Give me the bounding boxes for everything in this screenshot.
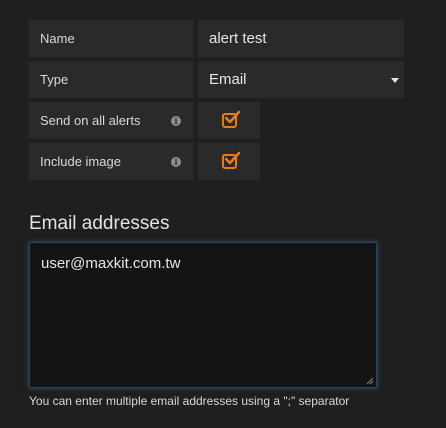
notification-channel-form: Name alert test Type Email Send on all a… — [0, 0, 446, 428]
send-on-all-alerts-label: Send on all alerts i — [29, 102, 193, 139]
include-image-text: Include image — [40, 154, 121, 169]
chevron-down-icon — [391, 77, 399, 83]
send-on-all-alerts-checkbox[interactable] — [221, 110, 240, 128]
include-image-label: Include image i — [29, 143, 193, 180]
checkmark-icon — [224, 151, 240, 165]
type-label: Type — [29, 61, 193, 98]
name-input-value: alert test — [209, 30, 267, 47]
name-label: Name — [29, 20, 193, 57]
info-icon[interactable]: i — [171, 156, 181, 167]
resize-grip-icon[interactable] — [366, 377, 374, 385]
email-section-title: Email addresses — [29, 213, 170, 234]
type-label-text: Type — [40, 72, 69, 87]
include-image-cell — [198, 143, 260, 180]
type-select[interactable]: Email — [198, 61, 404, 98]
send-on-all-alerts-text: Send on all alerts — [40, 113, 141, 128]
info-icon[interactable]: i — [171, 115, 181, 126]
type-select-value: Email — [209, 71, 247, 88]
checkmark-icon — [224, 110, 240, 124]
name-label-text: Name — [40, 31, 75, 46]
email-help-text: You can enter multiple email addresses u… — [29, 394, 350, 408]
name-input[interactable]: alert test — [198, 20, 404, 57]
send-on-all-alerts-cell — [198, 102, 260, 139]
email-addresses-value: user@maxkit.com.tw — [41, 255, 181, 272]
email-addresses-textarea[interactable]: user@maxkit.com.tw — [29, 242, 377, 388]
include-image-checkbox[interactable] — [221, 151, 240, 169]
